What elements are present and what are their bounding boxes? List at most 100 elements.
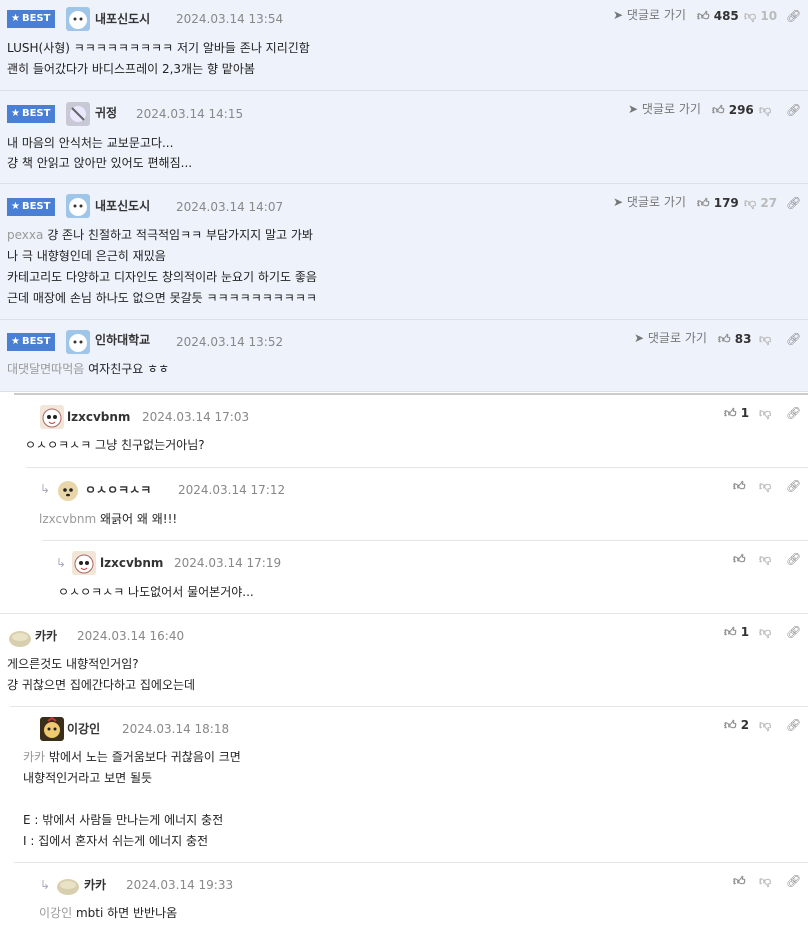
goto-comment-link[interactable]: ➤ 댓글로 가기 (613, 6, 686, 24)
timestamp: 2024.03.14 13:52 (176, 335, 284, 349)
dislike-button[interactable]: 👎︎ (759, 623, 771, 641)
goto-comment-link[interactable]: ➤ 댓글로 가기 (628, 100, 701, 118)
thumbs-down-icon: 👎︎ (744, 196, 757, 210)
reply-arrow-icon: ↳ (56, 556, 67, 570)
timestamp: 2024.03.14 14:07 (176, 200, 284, 214)
comment-text: 내향적인거라고 보면 될듯 (23, 771, 153, 785)
reply-target[interactable]: 대댓달면따먹음 (7, 362, 84, 376)
thumbs-down-icon: 👎︎ (759, 406, 772, 420)
link-icon[interactable]: 🔗︎ (786, 404, 801, 422)
like-button[interactable]: 👍︎ 296 (712, 101, 754, 119)
comment-text: 내 마음의 안식처는 교보문고다... (7, 136, 174, 150)
thumbs-up-icon: 👍︎ (697, 9, 710, 23)
dislike-button[interactable]: 👎︎ (759, 716, 771, 734)
like-button[interactable]: 👍︎ 485 (697, 7, 739, 25)
comment-text: lzxcvbnm 왜긁어 왜 왜!!! (39, 512, 178, 526)
reply-target[interactable]: pexxa (7, 228, 43, 242)
avatar[interactable] (66, 7, 90, 31)
timestamp: 2024.03.14 14:15 (136, 107, 244, 121)
avatar[interactable] (72, 551, 96, 575)
avatar[interactable] (8, 626, 32, 650)
avatar[interactable] (40, 405, 64, 429)
link-icon[interactable]: 🔗︎ (786, 872, 801, 890)
like-button[interactable]: 👍︎ 83 (718, 330, 751, 348)
timestamp: 2024.03.14 17:12 (178, 483, 286, 497)
like-button[interactable]: 👍︎ (733, 477, 746, 495)
best-badge: ★ BEST (7, 333, 55, 351)
dislike-button[interactable]: 👎︎ (759, 477, 771, 495)
link-icon[interactable]: 🔗︎ (786, 550, 801, 568)
reply-target[interactable]: 카카 (23, 750, 45, 764)
like-button[interactable]: 👍︎ (733, 550, 746, 568)
link-icon[interactable]: 🔗︎ (786, 194, 801, 212)
star-icon: ★ (11, 336, 20, 347)
comment-text: ㅇㅅㅇㅋㅅㅋ 나도없어서 물어본거야... (58, 585, 254, 599)
comment-text: LUSH(사형) ㅋㅋㅋㅋㅋㅋㅋㅋㅋ 저기 알바들 존나 지리긴함 (7, 41, 310, 55)
nickname[interactable]: ㅇㅅㅇㅋㅅㅋ (85, 481, 151, 499)
nickname[interactable]: 카카 (84, 876, 106, 894)
avatar[interactable] (56, 874, 80, 898)
dislike-button[interactable]: 👎︎ (759, 404, 771, 422)
thumbs-down-icon: 👎︎ (759, 479, 772, 493)
reply-target[interactable]: lzxcvbnm (39, 512, 96, 526)
dislike-button[interactable]: 👎︎ 10 (744, 7, 777, 25)
thumbs-up-icon: 👍︎ (697, 196, 710, 210)
link-icon[interactable]: 🔗︎ (786, 330, 801, 348)
link-icon[interactable]: 🔗︎ (786, 101, 801, 119)
nickname[interactable]: lzxcvbnm (100, 554, 163, 572)
thumbs-down-icon: 👎︎ (744, 9, 757, 23)
thumbs-up-icon: 👍︎ (718, 332, 731, 346)
reply-target[interactable]: 이강인 (39, 906, 72, 920)
comment-text: 게으른것도 내향적인거임? (7, 657, 139, 671)
nickname[interactable]: 내포신도시 (95, 10, 150, 28)
like-button[interactable]: 👍︎ 1 (724, 404, 749, 422)
comment-text: 나 극 내향형인데 은근히 재밌음 (7, 249, 166, 263)
nickname[interactable]: lzxcvbnm (67, 408, 130, 426)
nickname[interactable]: 내포신도시 (95, 197, 150, 215)
like-button[interactable]: 👍︎ 179 (697, 194, 739, 212)
thumbs-down-icon: 👎︎ (759, 103, 772, 117)
star-icon: ★ (11, 13, 20, 24)
comment-text: 근데 매장에 손님 하나도 없으면 못갈듯 ㅋㅋㅋㅋㅋㅋㅋㅋㅋㅋ (7, 291, 317, 305)
goto-comment-link[interactable]: ➤ 댓글로 가기 (613, 193, 686, 211)
timestamp: 2024.03.14 18:18 (122, 722, 230, 736)
link-icon[interactable]: 🔗︎ (786, 7, 801, 25)
comment-reply: ↳ 카카 2024.03.14 19:33 👍︎ 👎︎ 🔗︎ 이강인 mbti … (0, 863, 808, 935)
star-icon: ★ (11, 201, 20, 212)
nickname[interactable]: 이강인 (67, 720, 100, 738)
thumbs-up-icon: 👍︎ (733, 552, 746, 566)
dislike-button[interactable]: 👎︎ (759, 872, 771, 890)
like-button[interactable]: 👍︎ 1 (724, 623, 749, 641)
thumbs-down-icon: 👎︎ (759, 625, 772, 639)
comment-text: 대댓달면따먹음 여자친구요 ㅎㅎ (7, 362, 170, 376)
comment-text: 걍 책 안읽고 앉아만 있어도 편해짐... (7, 156, 193, 170)
dislike-button[interactable]: 👎︎ (759, 550, 771, 568)
reply-arrow-icon: ↳ (40, 482, 51, 496)
nickname[interactable]: 귀정 (95, 104, 117, 122)
comment-best-1: ★ BEST 내포신도시 2024.03.14 13:54 ➤ 댓글로 가기 👍︎… (0, 0, 808, 91)
avatar[interactable] (66, 194, 90, 218)
comment-text: pexxa 걍 존나 친절하고 적극적임ㅋㅋ 부담가지지 말고 가봐 (7, 228, 313, 242)
thumbs-down-icon: 👎︎ (759, 332, 772, 346)
dislike-button[interactable]: 👎︎ (759, 330, 771, 348)
link-icon[interactable]: 🔗︎ (786, 716, 801, 734)
dislike-button[interactable]: 👎︎ 27 (744, 194, 777, 212)
avatar[interactable] (40, 717, 64, 741)
link-icon[interactable]: 🔗︎ (786, 623, 801, 641)
goto-comment-link[interactable]: ➤ 댓글로 가기 (634, 329, 707, 347)
avatar[interactable] (66, 330, 90, 354)
timestamp: 2024.03.14 17:03 (142, 410, 250, 424)
nickname[interactable]: 카카 (35, 627, 57, 645)
timestamp: 2024.03.14 16:40 (77, 629, 185, 643)
link-icon[interactable]: 🔗︎ (786, 477, 801, 495)
like-button[interactable]: 👍︎ 2 (724, 716, 749, 734)
dislike-button[interactable]: 👎︎ (759, 101, 771, 119)
nickname[interactable]: 인하대학교 (95, 331, 150, 349)
like-button[interactable]: 👍︎ (733, 872, 746, 890)
star-icon: ★ (11, 108, 20, 119)
comment-reply: ↳ lzxcvbnm 2024.03.14 17:19 👍︎ 👎︎ 🔗︎ ㅇㅅㅇ… (0, 541, 808, 613)
send-icon: ➤ (628, 102, 639, 116)
avatar[interactable] (56, 479, 80, 503)
comment-text: 걍 귀찮으면 집에간다하고 집에오는데 (7, 678, 196, 692)
avatar[interactable] (66, 102, 90, 126)
